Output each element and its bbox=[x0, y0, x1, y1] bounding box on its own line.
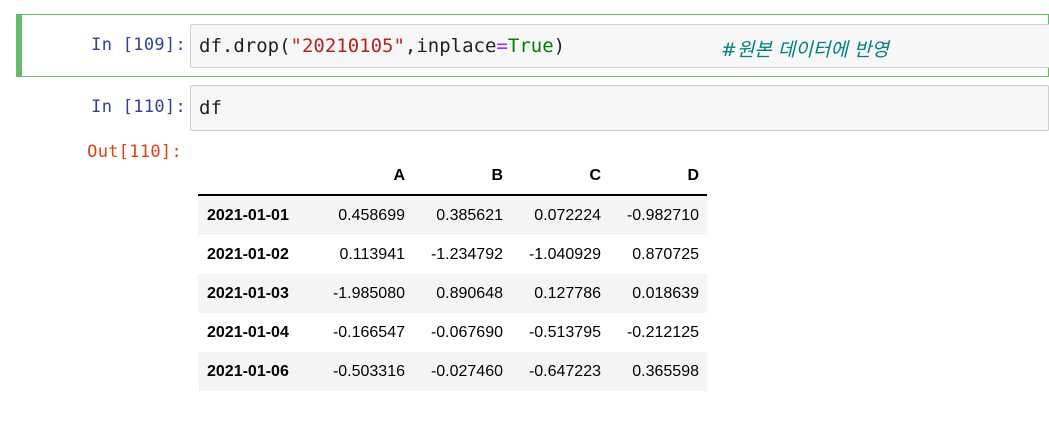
input-prompt: In [110]: bbox=[91, 97, 186, 117]
code-editor[interactable]: df bbox=[190, 85, 1049, 131]
table-header-row: A B C D bbox=[198, 158, 707, 196]
code-string-token: "20210105" bbox=[290, 35, 405, 57]
table-cell: 0.072224 bbox=[534, 206, 601, 224]
input-prompt: In [109]: bbox=[91, 35, 186, 55]
index-header bbox=[198, 158, 315, 196]
table-cell: 0.870725 bbox=[632, 245, 699, 263]
table-cell: -0.982710 bbox=[626, 206, 699, 224]
code-comment: #원본 데이터에 반영 bbox=[721, 39, 889, 61]
column-header-d: D bbox=[609, 158, 707, 196]
output-prompt: Out[110]: bbox=[87, 142, 182, 162]
code-token: ) bbox=[553, 35, 566, 57]
code-cell-110[interactable]: In [110]: df bbox=[16, 85, 1049, 133]
code-operator-token: = bbox=[496, 35, 508, 57]
code-token: ,inplace bbox=[404, 35, 497, 57]
code-editor[interactable]: df.drop("20210105",inplace=True) #원본 데이터… bbox=[190, 24, 1049, 68]
column-header-b: B bbox=[413, 158, 511, 196]
table-row: 2021-01-01 0.458699 0.385621 0.072224 -0… bbox=[198, 195, 707, 235]
row-index: 2021-01-01 bbox=[207, 206, 289, 224]
row-index: 2021-01-02 bbox=[207, 245, 289, 263]
table-cell: 0.113941 bbox=[339, 245, 405, 263]
column-header-a: A bbox=[315, 158, 413, 196]
table-cell: -0.212125 bbox=[626, 323, 699, 341]
row-index: 2021-01-03 bbox=[207, 284, 289, 302]
table-row: 2021-01-06 -0.503316 -0.027460 -0.647223… bbox=[198, 352, 707, 391]
table-cell: -1.985080 bbox=[332, 284, 405, 302]
table-cell: 0.365598 bbox=[632, 362, 699, 380]
code-line: df bbox=[199, 97, 222, 119]
table-cell: 0.127786 bbox=[534, 284, 601, 302]
dataframe-table: A B C D 2021-01-01 0.458699 0.385621 0.0… bbox=[198, 158, 707, 391]
column-header-c: C bbox=[511, 158, 609, 196]
row-index: 2021-01-06 bbox=[207, 362, 289, 380]
code-token: df.drop( bbox=[199, 35, 291, 57]
table-cell: -0.027460 bbox=[430, 362, 503, 380]
table-cell: -0.647223 bbox=[528, 362, 601, 380]
table-cell: 0.385621 bbox=[436, 206, 503, 224]
table-cell: -1.234792 bbox=[430, 245, 503, 263]
table-cell: 0.018639 bbox=[632, 284, 699, 302]
table-cell: 0.458699 bbox=[338, 206, 405, 224]
table-cell: -0.513795 bbox=[528, 323, 601, 341]
code-keyword-token: True bbox=[507, 35, 554, 57]
code-cell-109[interactable]: In [109]: df.drop("20210105",inplace=Tru… bbox=[16, 14, 1049, 77]
table-cell: 0.890648 bbox=[436, 284, 503, 302]
table-cell: -0.166547 bbox=[332, 323, 405, 341]
table-row: 2021-01-04 -0.166547 -0.067690 -0.513795… bbox=[198, 313, 707, 352]
table-cell: -1.040929 bbox=[528, 245, 601, 263]
table-cell: -0.067690 bbox=[430, 323, 503, 341]
code-line: df.drop("20210105",inplace=True) bbox=[199, 35, 565, 57]
table-row: 2021-01-02 0.113941 -1.234792 -1.040929 … bbox=[198, 235, 707, 274]
table-cell: -0.503316 bbox=[332, 362, 405, 380]
table-row: 2021-01-03 -1.985080 0.890648 0.127786 0… bbox=[198, 274, 707, 313]
row-index: 2021-01-04 bbox=[207, 323, 289, 341]
